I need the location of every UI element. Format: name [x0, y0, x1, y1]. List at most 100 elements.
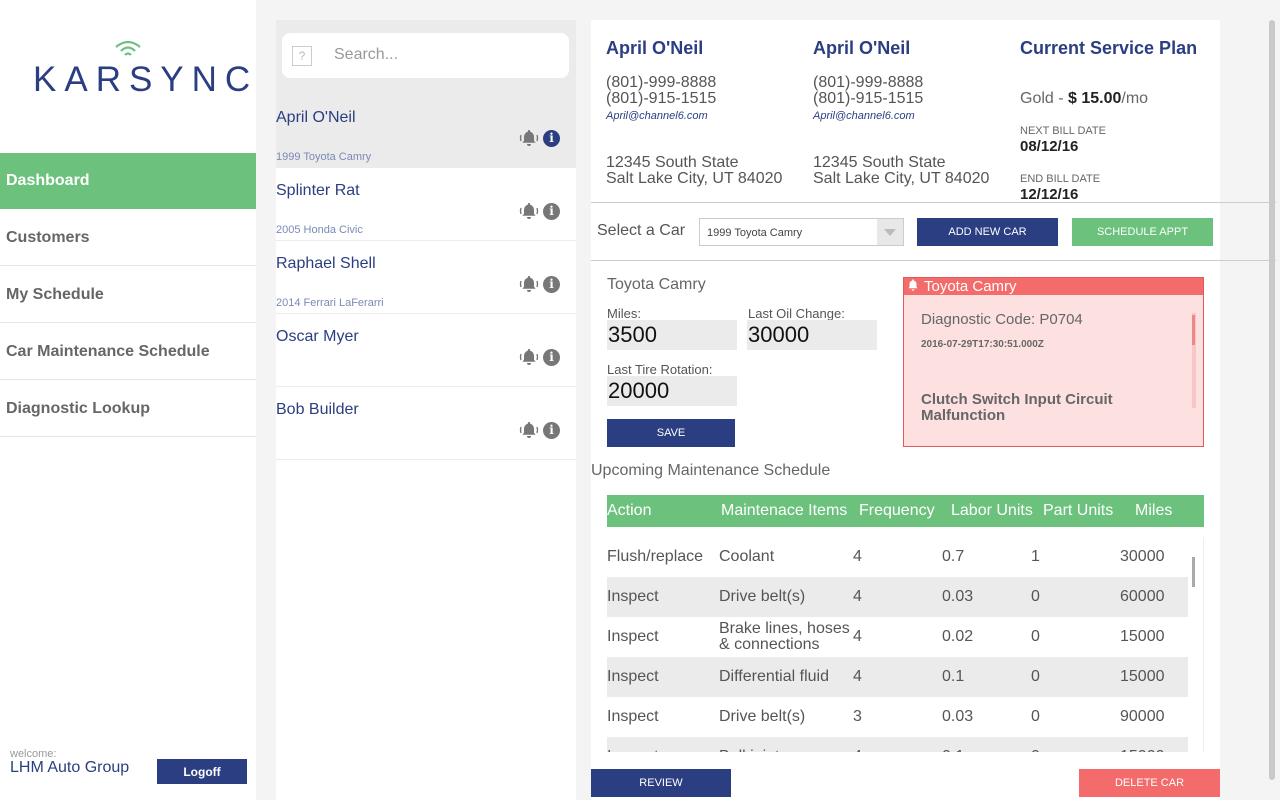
cell-frequency: 4 [853, 749, 862, 753]
customer-name: April O'Neil [276, 109, 356, 126]
cell-miles: 90000 [1120, 708, 1165, 725]
cell-item: Ball joints [719, 749, 787, 753]
cell-action: Inspect [607, 749, 659, 753]
chevron-down-icon[interactable] [877, 219, 903, 245]
contact-email[interactable]: April@channel6.com [606, 110, 708, 122]
maintenance-schedule-title: Upcoming Maintenance Schedule [591, 462, 831, 479]
table-row[interactable]: Inspect Drive belt(s) 3 0.03 0 90000 [607, 697, 1188, 737]
customer-name: Raphael Shell [276, 255, 376, 272]
table-row[interactable]: Flush/replace Coolant 4 0.7 1 30000 [607, 537, 1188, 577]
bell-alert-icon[interactable] [519, 201, 539, 221]
column-header-items: Maintenace Items [721, 502, 848, 519]
select-car-label: Select a Car [597, 222, 686, 239]
nav-item-car-maintenance-schedule[interactable]: Car Maintenance Schedule [0, 324, 256, 380]
bell-alert-icon[interactable] [519, 128, 539, 148]
customer-name: Bob Builder [276, 401, 359, 418]
save-button[interactable]: SAVE [607, 419, 735, 447]
column-header-labor-units: Labor Units [951, 502, 1033, 519]
customer-list: ? April O'Neil i 1999 Toyota Camry Splin… [276, 20, 576, 800]
bell-alert-icon[interactable] [519, 274, 539, 294]
miles-field[interactable]: 3500 [607, 320, 737, 350]
nav-item-my-schedule[interactable]: My Schedule [0, 267, 256, 323]
cell-miles: 15000 [1120, 749, 1165, 753]
car-select-value: 1999 Toyota Camry [707, 227, 803, 239]
diagnostic-scrollbar[interactable] [1192, 313, 1196, 408]
cell-item: Drive belt(s) [719, 588, 806, 605]
customer-item-splinter-rat[interactable]: Splinter Rat i 2005 Honda Civic [276, 168, 576, 241]
service-plan-price: Gold - $ 15.00/mo [1020, 90, 1148, 108]
diagnostic-description: Clutch Switch Input Circuit Malfunction [921, 391, 1113, 424]
bell-alert-icon [908, 279, 918, 291]
cell-labor-units: 0.03 [942, 588, 974, 605]
service-plan-title: Current Service Plan [1020, 38, 1198, 58]
add-new-car-button[interactable]: ADD NEW CAR [917, 218, 1058, 246]
info-icon[interactable]: i [543, 203, 560, 220]
customer-car: 2014 Ferrari LaFerarri [276, 297, 384, 309]
bell-alert-icon[interactable] [519, 420, 539, 440]
contact-phone-2: (801)-915-1515 [606, 90, 717, 107]
customer-detail-panel: April O'Neil (801)-999-8888 (801)-915-15… [591, 20, 1276, 800]
contact-email[interactable]: April@channel6.com [813, 110, 915, 122]
last-oil-change-field[interactable]: 30000 [747, 320, 877, 350]
logoff-button[interactable]: Logoff [157, 759, 247, 784]
contact-name: April O'Neil [606, 38, 704, 58]
cell-frequency: 3 [853, 708, 862, 725]
nav-item-dashboard[interactable]: Dashboard [0, 153, 256, 209]
brand-logo: KARSYNC [33, 38, 250, 100]
last-tire-rotation-field[interactable]: 20000 [607, 376, 737, 406]
column-header-part-units: Part Units [1043, 502, 1114, 519]
next-bill-date: 08/12/16 [1020, 138, 1079, 155]
delete-car-button[interactable]: DELETE CAR [1079, 769, 1220, 797]
cell-frequency: 4 [853, 548, 862, 565]
cell-labor-units: 0.7 [942, 548, 965, 565]
cell-miles: 15000 [1120, 668, 1165, 685]
cell-frequency: 4 [853, 628, 862, 645]
customer-car: 2005 Honda Civic [276, 224, 363, 236]
info-icon[interactable]: i [543, 349, 560, 366]
search-icon: ? [292, 46, 312, 66]
brand-wordmark: KARSYNC [33, 60, 259, 99]
review-button[interactable]: REVIEW [591, 769, 731, 797]
table-row[interactable]: Inspect Differential fluid 4 0.1 0 15000 [607, 657, 1188, 697]
customer-item-oscar-myer[interactable]: Oscar Myer i [276, 314, 576, 387]
nav-item-diagnostic-lookup[interactable]: Diagnostic Lookup [0, 381, 256, 437]
search-bar: ? [276, 20, 576, 95]
wifi-signal-icon [115, 40, 141, 56]
page-scrollbar[interactable] [1269, 20, 1277, 780]
info-icon[interactable]: i [543, 130, 560, 147]
bell-alert-icon[interactable] [519, 347, 539, 367]
divider [591, 202, 1276, 203]
cell-miles: 60000 [1120, 588, 1165, 605]
diagnostic-alert-header: Toyota Camry [904, 278, 1203, 295]
cell-action: Flush/replace [607, 548, 704, 565]
info-icon[interactable]: i [543, 276, 560, 293]
cell-frequency: 4 [853, 588, 862, 605]
car-select-dropdown[interactable]: 1999 Toyota Camry [699, 218, 904, 246]
customer-item-bob-builder[interactable]: Bob Builder i [276, 387, 576, 460]
table-row[interactable]: Inspect Drive belt(s) 4 0.03 0 60000 [607, 577, 1188, 617]
contact-name: April O'Neil [813, 38, 911, 58]
cell-labor-units: 0.03 [942, 708, 974, 725]
customer-item-raphael-shell[interactable]: Raphael Shell i 2014 Ferrari LaFerarri [276, 241, 576, 314]
last-tire-rotation-label: Last Tire Rotation: [607, 362, 713, 377]
maintenance-table-scrollbar[interactable] [1192, 557, 1196, 752]
search-box[interactable]: ? [282, 33, 569, 78]
last-oil-change-label: Last Oil Change: [748, 306, 845, 321]
end-bill-date: 12/12/16 [1020, 186, 1079, 203]
cell-action: Inspect [607, 588, 659, 605]
table-row[interactable]: Inspect Ball joints 4 0.1 0 15000 [607, 737, 1188, 752]
divider [591, 260, 1276, 261]
info-icon[interactable]: i [543, 422, 560, 439]
table-row[interactable]: Inspect Brake lines, hoses & connections 4… [607, 617, 1188, 657]
cell-miles: 30000 [1120, 548, 1165, 565]
schedule-appt-button[interactable]: SCHEDULE APPT [1072, 218, 1213, 246]
diagnostic-alert-title: Toyota Camry [924, 278, 1017, 295]
customer-item-april-oneil[interactable]: April O'Neil i 1999 Toyota Camry [276, 95, 576, 168]
plan-period: /mo [1121, 90, 1149, 107]
nav-item-customers[interactable]: Customers [0, 210, 256, 266]
search-input[interactable] [334, 41, 554, 69]
diagnostic-timestamp: 2016-07-29T17:30:51.000Z [921, 339, 1044, 350]
cell-part-units: 0 [1031, 749, 1040, 753]
cell-action: Inspect [607, 668, 659, 685]
sidebar: KARSYNC Dashboard Customers My Schedule … [0, 0, 256, 800]
